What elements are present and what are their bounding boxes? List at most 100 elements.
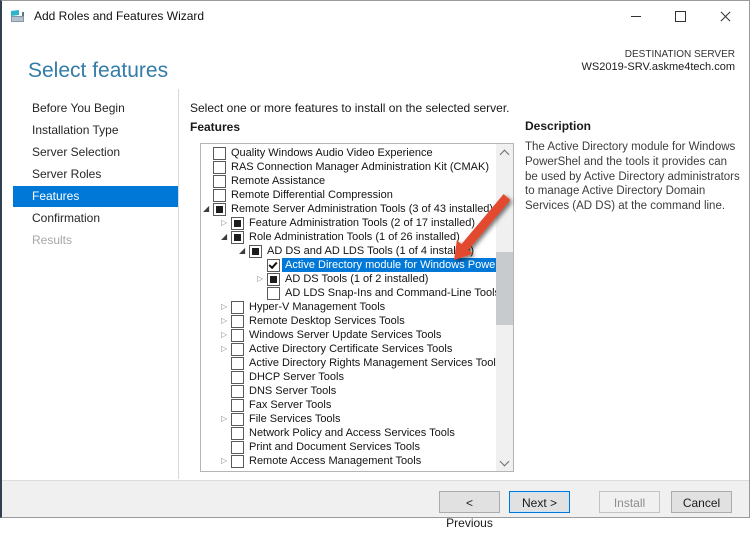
feature-checkbox[interactable] — [267, 286, 280, 300]
feature-label-dhcp-server-tools[interactable]: DHCP Server Tools — [246, 370, 347, 384]
expand-icon[interactable]: ▷ — [257, 272, 267, 286]
feature-label-active-directory-certificate-services-tools[interactable]: Active Directory Certificate Services To… — [246, 342, 455, 356]
vertical-scrollbar[interactable] — [496, 144, 513, 471]
sidebar-item-before-you-begin[interactable]: Before You Begin — [13, 98, 178, 119]
tree-row: ◢ AD DS and AD LDS Tools (1 of 4 installe… — [201, 244, 496, 258]
feature-checkbox[interactable] — [267, 258, 280, 272]
tree-row: ▷ Hyper-V Management Tools — [201, 300, 496, 314]
description-text: The Active Directory module for Windows … — [525, 141, 740, 213]
expand-icon[interactable]: ▷ — [221, 412, 231, 426]
expand-icon[interactable]: ▷ — [221, 454, 231, 468]
tree-row: DHCP Server Tools — [201, 370, 496, 384]
feature-label-dns-server-tools[interactable]: DNS Server Tools — [246, 384, 339, 398]
tree-row: Active Directory module for Windows Powe… — [201, 258, 496, 272]
tree-row: Fax Server Tools — [201, 398, 496, 412]
sidebar-item-server-selection[interactable]: Server Selection — [13, 142, 178, 163]
feature-checkbox[interactable] — [231, 314, 244, 328]
tree-row: Remote Assistance — [201, 174, 496, 188]
minimize-icon — [630, 15, 641, 17]
feature-label-quality-windows-audio-video-experience[interactable]: Quality Windows Audio Video Experience — [228, 146, 436, 160]
destination-server-block: DESTINATION SERVER WS2019-SRV.askme4tech… — [582, 48, 735, 74]
tree-row: ▷ Remote Desktop Services Tools — [201, 314, 496, 328]
feature-checkbox[interactable] — [231, 454, 244, 468]
sidebar-item-confirmation[interactable]: Confirmation — [13, 208, 178, 229]
minimize-button[interactable] — [613, 1, 658, 31]
scroll-up-button[interactable] — [496, 144, 513, 161]
feature-label-remote-access-management-tools[interactable]: Remote Access Management Tools — [246, 454, 424, 468]
wizard-footer: < Previous Next > Install Cancel — [2, 480, 749, 530]
feature-label-network-policy-and-access-services-tools[interactable]: Network Policy and Access Services Tools — [246, 426, 458, 440]
feature-checkbox[interactable] — [213, 160, 226, 174]
feature-label-remote-assistance[interactable]: Remote Assistance — [228, 174, 328, 188]
destination-server-host: WS2019-SRV.askme4tech.com — [581, 61, 735, 73]
sidebar-item-features[interactable]: Features — [13, 186, 178, 207]
tree-row: ▷ Windows Server Update Services Tools — [201, 328, 496, 342]
feature-checkbox[interactable] — [231, 216, 244, 230]
collapse-icon[interactable]: ◢ — [221, 230, 231, 244]
feature-checkbox[interactable] — [231, 230, 244, 244]
sidebar-item-results: Results — [32, 233, 73, 247]
sidebar-item-installation-type[interactable]: Installation Type — [13, 120, 178, 141]
features-list-label: Features — [190, 120, 241, 134]
next-button[interactable]: Next > — [509, 491, 570, 513]
tree-row: ◢ Role Administration Tools (1 of 26 inst… — [201, 230, 496, 244]
feature-checkbox[interactable] — [231, 370, 244, 384]
tree-row: RAS Connection Manager Administration Ki… — [201, 160, 496, 174]
feature-checkbox[interactable] — [231, 384, 244, 398]
feature-checkbox[interactable] — [231, 356, 244, 370]
feature-label-remote-desktop-services-tools[interactable]: Remote Desktop Services Tools — [246, 314, 408, 328]
feature-checkbox[interactable] — [231, 328, 244, 342]
expand-icon[interactable]: ▷ — [221, 342, 231, 356]
close-icon — [720, 11, 731, 22]
features-tree: Quality Windows Audio Video Experience RA… — [201, 146, 496, 468]
feature-label-role-administration-tools-1-of-26-installed[interactable]: Role Administration Tools (1 of 26 insta… — [246, 230, 463, 244]
tree-row: ▷ Active Directory Certificate Services T… — [201, 342, 496, 356]
expand-icon[interactable]: ▷ — [221, 328, 231, 342]
feature-label-ad-ds-tools-1-of-2-installed[interactable]: AD DS Tools (1 of 2 installed) — [282, 272, 431, 286]
feature-checkbox[interactable] — [231, 300, 244, 314]
feature-label-ad-lds-snap-ins-and-command-line-tools[interactable]: AD LDS Snap-Ins and Command-Line Tools — [282, 286, 496, 300]
previous-button[interactable]: < Previous — [439, 491, 500, 530]
feature-label-active-directory-rights-management-services-tools[interactable]: Active Directory Rights Management Servi… — [246, 356, 496, 370]
feature-label-feature-administration-tools-2-of-17-installed[interactable]: Feature Administration Tools (2 of 17 in… — [246, 216, 478, 230]
feature-label-file-services-tools[interactable]: File Services Tools — [246, 412, 344, 426]
feature-checkbox[interactable] — [213, 202, 226, 216]
feature-checkbox[interactable] — [213, 174, 226, 188]
feature-checkbox[interactable] — [213, 146, 226, 160]
description-title: Description — [525, 119, 592, 133]
add-roles-and-features-wizard-window: Add Roles and Features Wizard Select fea… — [0, 0, 750, 530]
expand-icon[interactable]: ▷ — [221, 300, 231, 314]
collapse-icon[interactable]: ◢ — [203, 202, 213, 216]
expand-icon[interactable]: ▷ — [221, 314, 231, 328]
feature-label-ras-connection-manager-administration-kit-cmak[interactable]: RAS Connection Manager Administration Ki… — [228, 160, 492, 174]
tree-row: ▷ File Services Tools — [201, 412, 496, 426]
instruction-text: Select one or more features to install o… — [190, 101, 510, 115]
feature-checkbox[interactable] — [231, 342, 244, 356]
cancel-button[interactable]: Cancel — [671, 491, 732, 513]
collapse-icon[interactable]: ◢ — [239, 244, 249, 258]
feature-label-hyper-v-management-tools[interactable]: Hyper-V Management Tools — [246, 300, 388, 314]
feature-checkbox[interactable] — [231, 440, 244, 454]
tree-row: ▷ Remote Access Management Tools — [201, 454, 496, 468]
install-button: Install — [599, 491, 660, 513]
feature-checkbox[interactable] — [231, 426, 244, 440]
feature-label-ad-ds-and-ad-lds-tools-1-of-4-installed[interactable]: AD DS and AD LDS Tools (1 of 4 installed… — [264, 244, 477, 258]
close-button[interactable] — [703, 1, 748, 31]
feature-label-print-and-document-services-tools[interactable]: Print and Document Services Tools — [246, 440, 423, 454]
maximize-button[interactable] — [658, 1, 703, 31]
feature-label-active-directory-module-for-windows-powershell[interactable]: Active Directory module for Windows Powe… — [282, 258, 496, 272]
expand-icon[interactable]: ▷ — [221, 216, 231, 230]
feature-checkbox[interactable] — [267, 272, 280, 286]
feature-checkbox[interactable] — [249, 244, 262, 258]
feature-label-remote-differential-compression[interactable]: Remote Differential Compression — [228, 188, 396, 202]
feature-label-remote-server-administration-tools-3-of-43-installed[interactable]: Remote Server Administration Tools (3 of… — [228, 202, 496, 216]
scroll-down-button[interactable] — [496, 454, 513, 471]
sidebar-item-server-roles[interactable]: Server Roles — [13, 164, 178, 185]
feature-checkbox[interactable] — [231, 398, 244, 412]
feature-checkbox[interactable] — [231, 412, 244, 426]
feature-label-fax-server-tools[interactable]: Fax Server Tools — [246, 398, 334, 412]
feature-label-windows-server-update-services-tools[interactable]: Windows Server Update Services Tools — [246, 328, 444, 342]
feature-checkbox[interactable] — [213, 188, 226, 202]
tree-row: Remote Differential Compression — [201, 188, 496, 202]
scrollbar-thumb[interactable] — [496, 252, 513, 325]
